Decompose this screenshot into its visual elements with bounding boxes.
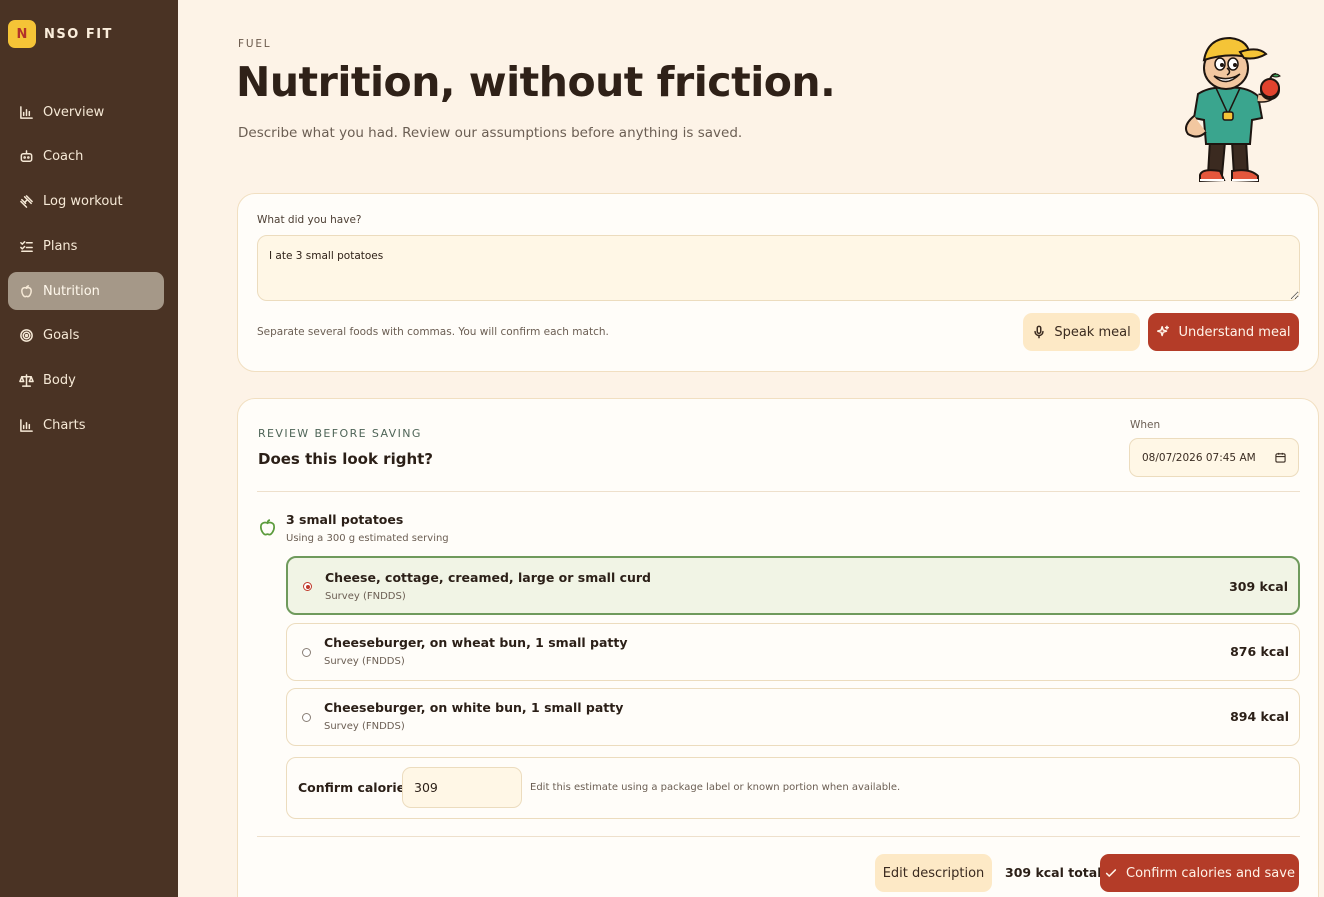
confirm-and-save-label: Confirm calories and save — [1126, 865, 1295, 881]
sidebar-item-label: Body — [43, 373, 76, 389]
sidebar-item-label: Charts — [43, 418, 86, 434]
sparkle-icon — [1157, 325, 1170, 337]
edit-description-button[interactable]: Edit description — [875, 854, 992, 892]
radio-selected[interactable] — [303, 582, 312, 591]
confirm-calories-input[interactable] — [402, 767, 522, 808]
edit-description-label: Edit description — [882, 865, 985, 881]
divider — [257, 491, 1300, 492]
sidebar-nav: Overview Coach Log workout Plans Nutriti… — [8, 93, 164, 451]
food-match-option[interactable]: Cheeseburger, on wheat bun, 1 small patt… — [286, 623, 1300, 681]
page-subtitle: Describe what you had. Review our assump… — [238, 125, 743, 141]
check-icon — [1105, 869, 1117, 877]
option-name: Cheese, cottage, creamed, large or small… — [325, 570, 652, 585]
radio-unselected[interactable] — [302, 648, 311, 657]
meal-description-input[interactable]: I ate 3 small potatoes — [257, 235, 1300, 301]
confirm-calories-box: Confirm calories Edit this estimate usin… — [286, 757, 1300, 819]
radio-unselected[interactable] — [302, 713, 311, 722]
calendar-icon[interactable] — [1275, 452, 1286, 463]
page-title: Nutrition, without friction. — [236, 58, 836, 106]
food-match-option[interactable]: Cheese, cottage, creamed, large or small… — [286, 556, 1300, 615]
apple-icon — [259, 519, 276, 536]
sidebar-item-nutrition[interactable]: Nutrition — [8, 272, 164, 311]
microphone-icon — [1034, 325, 1044, 339]
option-kcal: 309 kcal — [1229, 579, 1288, 594]
option-name: Cheeseburger, on white bun, 1 small patt… — [324, 700, 624, 715]
robot-icon — [18, 149, 34, 165]
brand-logo: N — [8, 20, 36, 48]
meal-input-hint: Separate several foods with commas. You … — [257, 326, 609, 338]
option-name: Cheeseburger, on wheat bun, 1 small patt… — [324, 635, 628, 650]
meal-input-label: What did you have? — [257, 214, 362, 226]
bar-chart-icon — [18, 104, 34, 120]
sidebar-item-charts[interactable]: Charts — [8, 407, 164, 445]
scale-icon — [18, 373, 34, 389]
sidebar-item-label: Nutrition — [43, 283, 100, 299]
mascot-illustration — [1185, 36, 1281, 183]
meal-input-card: What did you have? I ate 3 small potatoe… — [237, 193, 1319, 372]
page-eyebrow: FUEL — [238, 38, 272, 50]
food-item-note: Using a 300 g estimated serving — [286, 533, 449, 544]
food-match-option[interactable]: Cheeseburger, on white bun, 1 small patt… — [286, 688, 1300, 746]
option-kcal: 894 kcal — [1230, 709, 1289, 724]
sidebar-item-plans[interactable]: Plans — [8, 227, 164, 265]
target-icon — [18, 328, 34, 344]
sidebar-item-body[interactable]: Body — [8, 362, 164, 400]
dumbbell-icon — [18, 194, 34, 210]
sidebar-item-label: Coach — [43, 149, 84, 165]
sidebar-item-coach[interactable]: Coach — [8, 138, 164, 176]
bar-chart-icon — [18, 418, 34, 434]
understand-meal-button[interactable]: Understand meal — [1148, 313, 1299, 351]
confirm-and-save-button[interactable]: Confirm calories and save — [1100, 854, 1299, 892]
speak-meal-button[interactable]: Speak meal — [1023, 313, 1140, 351]
option-source: Survey (FNDDS) — [324, 656, 405, 667]
option-kcal: 876 kcal — [1230, 644, 1289, 659]
checklist-icon — [18, 238, 34, 254]
food-item-name: 3 small potatoes — [286, 512, 404, 527]
sidebar: N NSO FIT Overview Coach Log workout Pla… — [0, 0, 178, 897]
total-kcal: 309 kcal total — [1005, 865, 1102, 880]
sidebar-item-label: Log workout — [43, 194, 123, 210]
confirm-calories-label: Confirm calories — [298, 780, 413, 795]
apple-icon — [18, 283, 34, 299]
sidebar-item-label: Goals — [43, 328, 80, 344]
sidebar-item-log-workout[interactable]: Log workout — [8, 183, 164, 221]
when-datetime-value: 08/07/2026 07:45 AM — [1142, 451, 1256, 464]
option-source: Survey (FNDDS) — [325, 591, 406, 602]
review-title: Does this look right? — [258, 450, 433, 468]
brand-name: NSO FIT — [44, 26, 113, 42]
understand-meal-label: Understand meal — [1178, 324, 1291, 340]
sidebar-item-goals[interactable]: Goals — [8, 317, 164, 355]
confirm-calories-hint: Edit this estimate using a package label… — [530, 782, 901, 793]
when-label: When — [1130, 419, 1161, 431]
review-eyebrow: REVIEW BEFORE SAVING — [258, 427, 422, 440]
sidebar-item-label: Plans — [43, 238, 78, 254]
speak-meal-label: Speak meal — [1054, 324, 1131, 340]
sidebar-item-label: Overview — [43, 104, 105, 120]
when-datetime-input[interactable]: 08/07/2026 07:45 AM — [1129, 438, 1299, 477]
brand[interactable]: N NSO FIT — [8, 20, 113, 48]
divider — [257, 836, 1300, 837]
option-source: Survey (FNDDS) — [324, 721, 405, 732]
sidebar-item-overview[interactable]: Overview — [8, 93, 164, 131]
review-card: REVIEW BEFORE SAVING Does this look righ… — [237, 398, 1319, 897]
